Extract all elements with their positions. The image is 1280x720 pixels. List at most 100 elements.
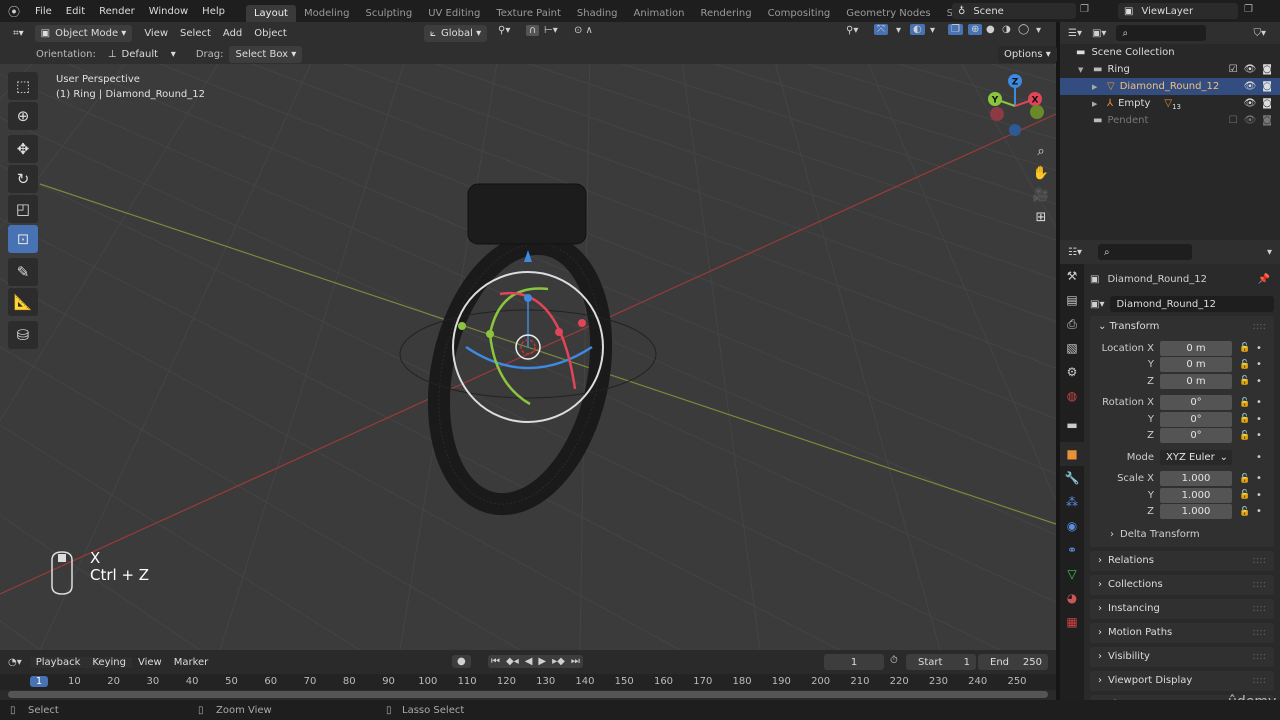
camera-render-icon[interactable]: ◙ <box>1262 81 1272 92</box>
snap-icon[interactable]: ∩ <box>526 25 540 36</box>
play-icon[interactable]: ▶ <box>535 655 549 668</box>
visibility-panel[interactable]: › Visibility:::: <box>1090 646 1274 667</box>
options-dropdown[interactable]: Options ▾ <box>998 45 1057 63</box>
transform-orientation-dropdown[interactable]: ⟀ Global ▾ <box>424 24 488 42</box>
keyframe-dot-icon[interactable]: • <box>1254 397 1264 408</box>
auto-keying-icon[interactable]: ● <box>452 655 471 668</box>
drag-handle-icon[interactable]: :::: <box>1253 675 1266 686</box>
rotation-mode-dropdown[interactable]: XYZ Euler ⌄ <box>1160 449 1232 465</box>
xray-icon[interactable]: ❐ <box>948 24 963 35</box>
lock-icon[interactable]: 🔓 <box>1236 360 1254 370</box>
rendered-shading-icon[interactable]: ◯ <box>1018 24 1029 35</box>
relations-panel-header[interactable]: › Relations:::: <box>1090 551 1274 571</box>
measure-tool-icon[interactable]: 📐 <box>8 288 38 316</box>
lock-icon[interactable]: 🔓 <box>1236 490 1254 500</box>
editor-type-icon[interactable]: ⌗▾ <box>8 28 29 39</box>
tab-modeling[interactable]: Modeling <box>296 5 358 22</box>
lock-icon[interactable]: 🔓 <box>1236 398 1254 408</box>
annotate-tool-icon[interactable]: ✎ <box>8 258 38 286</box>
eye-icon[interactable]: 👁 <box>1244 81 1257 92</box>
tab-animation[interactable]: Animation <box>626 5 693 22</box>
keyframe-dot-icon[interactable]: • <box>1254 473 1264 484</box>
camera-icon[interactable]: 🎥 <box>1030 184 1052 206</box>
pin-icon[interactable]: 📌 <box>1258 274 1270 285</box>
checkbox-icon[interactable]: ☐ <box>1229 115 1238 126</box>
keyframe-dot-icon[interactable]: • <box>1254 430 1264 441</box>
location-x-field[interactable]: 0 m <box>1160 340 1232 356</box>
overlays-icon[interactable]: ◐ <box>910 24 925 35</box>
rotation-y-field[interactable]: 0° <box>1160 411 1232 427</box>
relations-panel[interactable]: › Relations:::: <box>1090 550 1274 571</box>
output-tab-icon[interactable]: ⎙ <box>1060 312 1084 336</box>
blender-logo-icon[interactable]: ⦿ <box>0 3 28 20</box>
timeline-menu-view[interactable]: View <box>132 657 168 668</box>
material-tab-icon[interactable]: ◕ <box>1060 586 1084 610</box>
tool-tab-icon[interactable]: ⚒ <box>1060 264 1084 288</box>
solid-shading-icon[interactable]: ● <box>986 24 995 35</box>
snap-target-icon[interactable]: ⊢▾ <box>544 25 558 36</box>
collections-panel[interactable]: › Collections:::: <box>1090 574 1274 595</box>
menu-help[interactable]: Help <box>195 6 232 17</box>
collection-tab-icon[interactable]: ▬ <box>1060 413 1084 437</box>
select-box-tool-icon[interactable]: ⬚ <box>8 72 38 100</box>
camera-render-icon[interactable]: ◙ <box>1262 64 1272 75</box>
scale-tool-icon[interactable]: ◰ <box>8 195 38 223</box>
location-y-field[interactable]: 0 m <box>1160 357 1232 373</box>
rotation-z-field[interactable]: 0° <box>1160 428 1232 444</box>
viewport-display-panel[interactable]: › Viewport Display:::: <box>1090 670 1274 691</box>
overlays-dropdown[interactable]: ▾ <box>930 25 935 36</box>
eye-icon[interactable]: 👁 <box>1244 98 1257 109</box>
transform-panel-header[interactable]: ⌄ Transform:::: <box>1090 316 1274 336</box>
pan-hand-icon[interactable]: ✋ <box>1030 162 1052 184</box>
keyframe-dot-icon[interactable]: • <box>1254 343 1264 354</box>
camera-render-icon[interactable]: ◙ <box>1262 98 1272 109</box>
drag-handle-icon[interactable]: :::: <box>1253 627 1266 638</box>
render-tab-icon[interactable]: ▤ <box>1060 288 1084 312</box>
tab-rendering[interactable]: Rendering <box>693 5 760 22</box>
stopwatch-icon[interactable]: ⏱ <box>890 655 898 666</box>
new-view-layer-icon[interactable]: ❐ <box>1244 4 1253 15</box>
ortho-grid-icon[interactable]: ⊞ <box>1030 206 1052 228</box>
keyframe-dot-icon[interactable]: • <box>1254 414 1264 425</box>
rotate-tool-icon[interactable]: ↻ <box>8 165 38 193</box>
menu-render[interactable]: Render <box>92 6 142 17</box>
keyframe-dot-icon[interactable]: • <box>1254 376 1264 387</box>
object-tab-icon[interactable]: ■ <box>1060 442 1084 466</box>
visibility-icon[interactable]: ⚲▾ <box>846 25 858 36</box>
eye-icon[interactable]: 👁 <box>1244 64 1257 75</box>
timeline-menu-keying[interactable]: Keying <box>86 656 132 668</box>
orientation-dropdown[interactable]: ⊥ Default ▾ <box>101 45 182 63</box>
drag-dropdown[interactable]: Select Box ▾ <box>229 45 303 63</box>
scene-collection-row[interactable]: ▬ Scene Collection <box>1060 44 1280 61</box>
keyframe-dot-icon[interactable]: • <box>1254 490 1264 501</box>
scene-tab-icon[interactable]: ⚙ <box>1060 360 1084 384</box>
scale-z-field[interactable]: 1.000 <box>1160 504 1232 520</box>
scale-y-field[interactable]: 1.000 <box>1160 487 1232 503</box>
pivot-icon[interactable]: ⚲▾ <box>498 25 510 36</box>
current-frame-field[interactable]: 1 <box>824 654 884 670</box>
start-frame-field[interactable]: Start 1 <box>906 654 976 670</box>
add-cube-tool-icon[interactable]: ⛁ <box>8 321 38 349</box>
outliner-row-pendent[interactable]: ▬ Pendent ☐ 👁 ◙ <box>1060 112 1280 129</box>
playhead[interactable]: 1 <box>30 676 48 687</box>
world-tab-icon[interactable]: ◍ <box>1060 384 1084 408</box>
view-layer-selector[interactable]: ▣ ViewLayer <box>1118 3 1238 19</box>
shading-dropdown[interactable]: ▾ <box>1036 25 1041 36</box>
outliner-editor-type-icon[interactable]: ☰▾ <box>1068 28 1082 39</box>
camera-render-icon[interactable]: ◙ <box>1262 115 1272 126</box>
location-z-field[interactable]: 0 m <box>1160 373 1232 389</box>
instancing-panel-header[interactable]: › Instancing:::: <box>1090 599 1274 619</box>
drag-handle-icon[interactable]: :::: <box>1253 579 1266 590</box>
lock-icon[interactable]: 🔓 <box>1236 474 1254 484</box>
drag-handle-icon[interactable]: :::: <box>1253 321 1266 332</box>
material-shading-icon[interactable]: ◑ <box>1002 24 1011 35</box>
viewport-menu-view[interactable]: View <box>138 28 174 39</box>
particles-tab-icon[interactable]: ⁂ <box>1060 490 1084 514</box>
checkbox-checked-icon[interactable]: ☑ <box>1229 64 1238 75</box>
expand-down-icon[interactable]: ▼ <box>1078 66 1088 74</box>
timeline-menu-playback[interactable]: Playback <box>29 656 87 668</box>
tab-sculpting[interactable]: Sculpting <box>357 5 420 22</box>
prev-keyframe-icon[interactable]: ◆◂ <box>503 655 522 668</box>
transform-tool-icon[interactable]: ⊡ <box>8 225 38 253</box>
viewport-menu-add[interactable]: Add <box>217 28 248 39</box>
